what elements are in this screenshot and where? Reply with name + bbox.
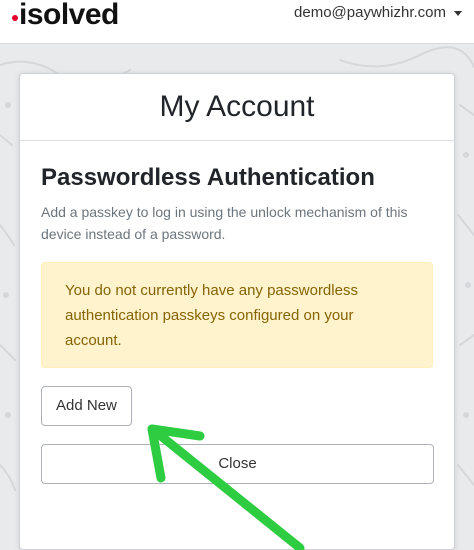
user-email: demo@paywhizhr.com: [294, 4, 446, 21]
modal-title: My Account: [159, 90, 315, 123]
logo-text: isolved: [19, 0, 119, 31]
add-new-button[interactable]: Add New: [41, 386, 132, 426]
logo-dot: [12, 15, 18, 21]
isolved-logo[interactable]: isolved: [12, 0, 119, 30]
no-passkeys-alert: You do not currently have any passwordle…: [41, 262, 433, 368]
my-account-modal: My Account Passwordless Authentication A…: [19, 73, 455, 550]
modal-body: Passwordless Authentication Add a passke…: [20, 141, 454, 484]
top-bar: isolved demo@paywhizhr.com: [0, 0, 474, 44]
chevron-down-icon: [454, 10, 462, 16]
close-button[interactable]: Close: [41, 444, 434, 484]
modal-header: My Account: [20, 74, 454, 141]
user-menu[interactable]: demo@paywhizhr.com: [294, 4, 462, 22]
section-title: Passwordless Authentication: [41, 164, 375, 191]
section-description: Add a passkey to log in using the unlock…: [41, 204, 408, 242]
